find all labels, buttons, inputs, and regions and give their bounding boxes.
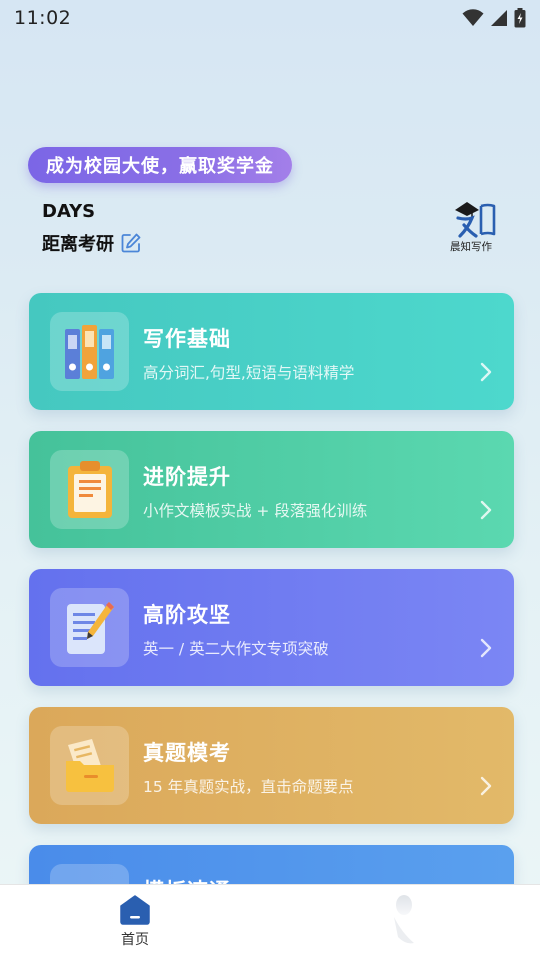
tab-home[interactable]: 首页 bbox=[104, 895, 166, 955]
card-subtitle: 15 年真题实战，直击命题要点 bbox=[143, 778, 354, 796]
bottom-tab-bar: 首页 bbox=[0, 884, 540, 960]
card-title: 进阶提升 bbox=[143, 465, 231, 489]
chevron-right-icon bbox=[480, 362, 492, 382]
app-logo: 晨知写作 bbox=[446, 198, 504, 254]
ambassador-banner[interactable]: 成为校园大使，赢取奖学金 bbox=[28, 147, 292, 183]
days-label: DAYS bbox=[42, 201, 96, 222]
chevron-right-icon bbox=[480, 500, 492, 520]
status-time: 11:02 bbox=[14, 7, 72, 29]
card-past-exams[interactable]: 真题模考 15 年真题实战，直击命题要点 bbox=[29, 707, 514, 824]
banner-text: 成为校园大使，赢取奖学金 bbox=[46, 156, 274, 177]
exam-label: 距离考研 bbox=[42, 234, 114, 255]
tab-profile[interactable] bbox=[384, 893, 428, 949]
card-advanced[interactable]: 进阶提升 小作文模板实战 + 段落强化训练 bbox=[29, 431, 514, 548]
card-icon-box bbox=[50, 312, 129, 391]
card-subtitle: 高分词汇,句型,短语与语料精学 bbox=[143, 364, 355, 382]
wifi-icon bbox=[462, 9, 484, 26]
exam-countdown: 距离考研 bbox=[42, 230, 142, 256]
clipboard-icon bbox=[67, 460, 112, 518]
card-writing-basics[interactable]: 写作基础 高分词汇,句型,短语与语料精学 bbox=[29, 293, 514, 410]
tab-home-label: 首页 bbox=[121, 932, 149, 948]
card-icon-box bbox=[50, 588, 129, 667]
card-subtitle: 英一 / 英二大作文专项突破 bbox=[143, 640, 329, 658]
logo-text: 晨知写作 bbox=[450, 240, 492, 253]
document-pencil-icon bbox=[66, 601, 114, 654]
chevron-right-icon bbox=[480, 776, 492, 796]
card-title: 真题模考 bbox=[143, 741, 231, 765]
binders-icon bbox=[64, 324, 114, 379]
chevron-right-icon bbox=[480, 638, 492, 658]
status-bar: 11:02 bbox=[0, 0, 540, 36]
card-title: 高阶攻坚 bbox=[143, 603, 231, 627]
card-icon-box bbox=[50, 450, 129, 529]
edit-icon[interactable] bbox=[120, 232, 142, 254]
profile-icon bbox=[394, 895, 414, 944]
battery-icon bbox=[514, 8, 526, 28]
home-icon bbox=[120, 895, 150, 925]
folder-icon bbox=[65, 738, 114, 792]
card-icon-box bbox=[50, 726, 129, 805]
signal-icon bbox=[491, 10, 507, 26]
card-title: 写作基础 bbox=[143, 327, 231, 351]
status-icons bbox=[462, 8, 526, 28]
card-subtitle: 小作文模板实战 + 段落强化训练 bbox=[143, 502, 368, 520]
card-high-level[interactable]: 高阶攻坚 英一 / 英二大作文专项突破 bbox=[29, 569, 514, 686]
